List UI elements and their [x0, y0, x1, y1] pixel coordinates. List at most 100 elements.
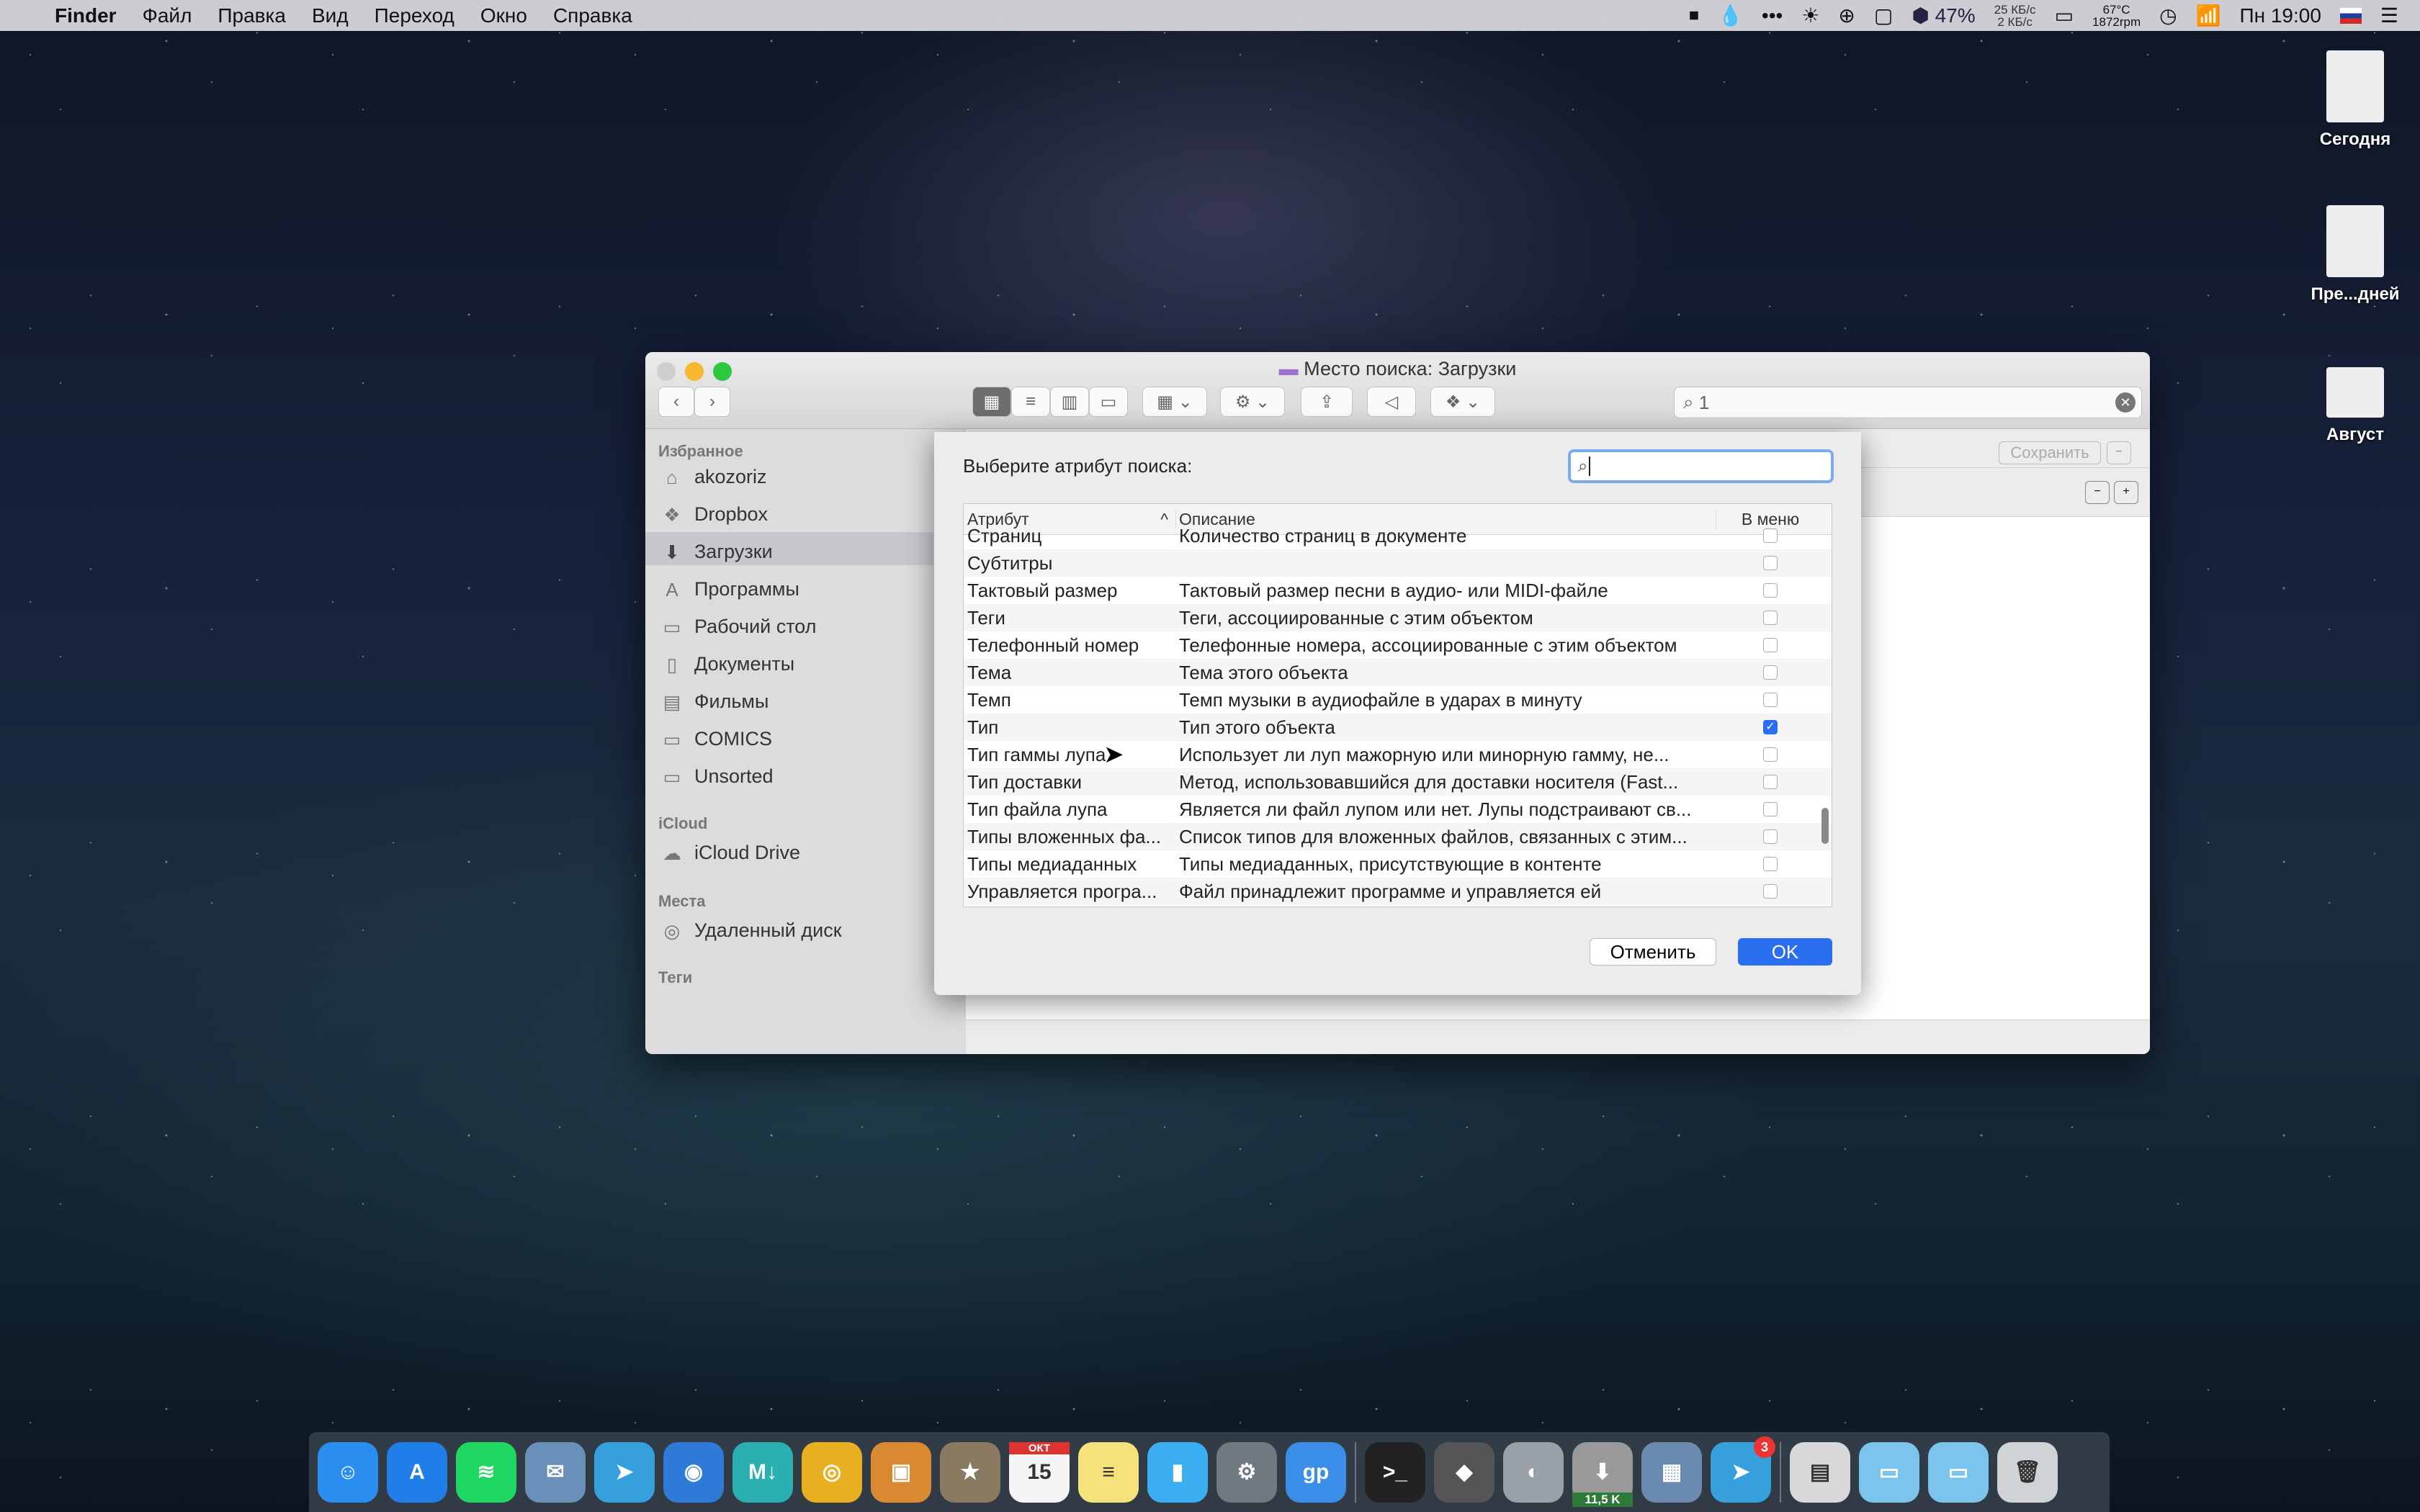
- dock-app-swirl-icon[interactable]: ◐: [1503, 1441, 1564, 1503]
- search-field[interactable]: ⌕ 1 ✕: [1674, 387, 2142, 418]
- dock-trash-icon[interactable]: 🗑: [1997, 1441, 2058, 1503]
- menu-view[interactable]: Вид: [312, 4, 349, 27]
- sidebar-item-remote-disc[interactable]: ◎ Удаленный диск: [660, 919, 842, 942]
- dock-photos-icon[interactable]: ▦: [1641, 1441, 1702, 1503]
- table-row[interactable]: Тип гаммы лупа Использует ли луп мажорную…: [964, 741, 1832, 768]
- in-menu-checkbox[interactable]: [1763, 775, 1778, 789]
- power-icon[interactable]: ▭: [2055, 4, 2074, 27]
- in-menu-checkbox[interactable]: [1763, 611, 1778, 625]
- globe-icon[interactable]: ⊕: [1838, 4, 1855, 27]
- in-menu-checkbox[interactable]: [1763, 884, 1778, 899]
- dock-telegram-2-icon[interactable]: ➤ 3: [1711, 1436, 1775, 1503]
- dock-folder-icon[interactable]: ▭: [1859, 1441, 1919, 1503]
- attribute-search-input[interactable]: ⌕: [1568, 449, 1834, 483]
- sidebar-item-akozoriz[interactable]: ⌂ akozoriz: [660, 466, 766, 488]
- action-gear-button[interactable]: ⚙ ⌄: [1220, 387, 1285, 417]
- table-row[interactable]: Страниц Количество страниц в документе: [964, 522, 1832, 549]
- menu-app-name[interactable]: Finder: [55, 4, 117, 27]
- back-button[interactable]: ‹: [658, 387, 694, 417]
- in-menu-checkbox[interactable]: [1763, 528, 1778, 543]
- scrollbar-thumb[interactable]: [1821, 808, 1829, 844]
- dock-gp-icon[interactable]: gp: [1286, 1441, 1346, 1503]
- table-row[interactable]: Тип Тип этого объекта ✓: [964, 714, 1832, 741]
- in-menu-checkbox[interactable]: ✓: [1763, 720, 1778, 734]
- dock-folder-2-icon[interactable]: ▭: [1928, 1441, 1989, 1503]
- dock-markdown-icon[interactable]: M↓: [732, 1441, 793, 1503]
- column-view-button[interactable]: ▥: [1050, 387, 1089, 417]
- share-button[interactable]: ⇪: [1301, 387, 1353, 417]
- sidebar-item-unsorted[interactable]: ▭ Unsorted: [660, 765, 774, 788]
- table-row[interactable]: Тип доставки Метод, использовавшийся для …: [964, 768, 1832, 796]
- dock-app-store-icon[interactable]: A: [387, 1441, 447, 1503]
- table-row[interactable]: Телефонный номер Телефонные номера, ассоц…: [964, 631, 1832, 659]
- ok-button[interactable]: OK: [1738, 938, 1832, 966]
- table-row[interactable]: Тактовый размер Тактовый размер песни в а…: [964, 577, 1832, 604]
- battery-status[interactable]: ⬢ 47%: [1912, 4, 1975, 27]
- sensor-readout[interactable]: 67°C 1872rpm: [2092, 4, 2141, 28]
- drop-icon[interactable]: 💧: [1718, 4, 1743, 27]
- table-row[interactable]: Тема Тема этого объекта: [964, 659, 1832, 686]
- table-row[interactable]: Теги Теги, ассоциированные с этим объекто…: [964, 604, 1832, 631]
- list-view-button[interactable]: ≡: [1011, 387, 1050, 417]
- menu-file[interactable]: Файл: [143, 4, 192, 27]
- russian-flag-icon[interactable]: [2339, 7, 2362, 24]
- in-menu-checkbox[interactable]: [1763, 693, 1778, 707]
- dock-stack-icon[interactable]: ▤: [1790, 1441, 1850, 1503]
- table-row[interactable]: Темп Темп музыки в аудиофайле в ударах в …: [964, 686, 1832, 714]
- sidebar-item-desktop[interactable]: ▭ Рабочий стол: [660, 616, 817, 638]
- dock-mail-stamp-icon[interactable]: ✉: [525, 1441, 586, 1503]
- dock-system-preferences-icon[interactable]: ⚙: [1216, 1441, 1277, 1503]
- icon-view-button[interactable]: ▦: [972, 387, 1011, 417]
- in-menu-checkbox[interactable]: [1763, 857, 1778, 871]
- in-menu-checkbox[interactable]: [1763, 638, 1778, 652]
- table-row[interactable]: Тип файла лупа Является ли файл лупом или…: [964, 796, 1832, 823]
- cancel-button[interactable]: Отменить: [1590, 938, 1716, 966]
- clear-search-icon[interactable]: ✕: [2115, 392, 2136, 413]
- more-icon[interactable]: •••: [1762, 4, 1783, 27]
- desktop-item-today[interactable]: Сегодня: [2305, 50, 2406, 150]
- in-menu-checkbox[interactable]: [1763, 583, 1778, 598]
- brightness-icon[interactable]: ☀: [1801, 4, 1819, 27]
- group-button[interactable]: ▦ ⌄: [1142, 387, 1207, 417]
- dropbox-button[interactable]: ❖ ⌄: [1430, 387, 1495, 417]
- dock-app-icon[interactable]: ★: [940, 1441, 1000, 1503]
- in-menu-checkbox[interactable]: [1763, 556, 1778, 570]
- gallery-view-button[interactable]: ▭: [1089, 387, 1128, 417]
- add-criteria-button[interactable]: +: [2114, 481, 2138, 504]
- menu-edit[interactable]: Правка: [218, 4, 286, 27]
- wifi-icon[interactable]: 📶: [2196, 4, 2221, 27]
- clock[interactable]: Пн 19:00: [2239, 4, 2321, 27]
- dock-calendar-icon[interactable]: 15 ОКТ: [1009, 1441, 1070, 1503]
- dock-spotify-icon[interactable]: ≋: [456, 1441, 516, 1503]
- table-row[interactable]: Субтитры: [964, 549, 1832, 577]
- sidebar-item-downloads[interactable]: ⬇ Загрузки: [660, 541, 773, 563]
- dock-chrome-icon[interactable]: ◎: [802, 1441, 862, 1503]
- desktop-item-august[interactable]: Август: [2305, 367, 2406, 445]
- dock-terminal-icon[interactable]: >_: [1365, 1441, 1425, 1503]
- sidebar-item-icloud-drive[interactable]: ☁ iCloud Drive: [660, 842, 800, 864]
- dock-notes-icon[interactable]: ≡: [1078, 1441, 1139, 1503]
- sidebar-item-documents[interactable]: ▯ Документы: [660, 653, 794, 675]
- dock-app-dark-icon[interactable]: ◆: [1434, 1441, 1494, 1503]
- menu-go[interactable]: Переход: [375, 4, 454, 27]
- table-row[interactable]: Управляется програ... Файл принадлежит пр…: [964, 878, 1832, 905]
- tag-button[interactable]: ◁: [1367, 387, 1416, 417]
- dock-finder-icon[interactable]: ☺: [318, 1441, 378, 1503]
- dock-tweetbot-icon[interactable]: ◉: [663, 1441, 724, 1503]
- sidebar-item-comics[interactable]: ▭ COMICS: [660, 728, 772, 750]
- table-row[interactable]: Типы вложенных фа... Список типов для вло…: [964, 823, 1832, 850]
- dock-bookmarks-icon[interactable]: ▮: [1147, 1441, 1208, 1503]
- in-menu-checkbox[interactable]: [1763, 665, 1778, 680]
- sidebar-item-applications[interactable]: A Программы: [660, 578, 799, 600]
- desktop-item-previous[interactable]: Пре...дней: [2305, 205, 2406, 305]
- list-icon[interactable]: ☰: [2380, 4, 2398, 27]
- dock-transmission-icon[interactable]: ⬇ 11,5 K: [1572, 1441, 1633, 1507]
- window-icon[interactable]: ▢: [1874, 4, 1893, 27]
- table-row[interactable]: Типы медиаданных Типы медиаданных, присут…: [964, 850, 1832, 878]
- remove-criteria-button[interactable]: −: [2085, 481, 2110, 504]
- time-machine-icon[interactable]: ◷: [2159, 4, 2177, 27]
- menu-help[interactable]: Справка: [553, 4, 632, 27]
- stop-icon[interactable]: ⏹: [1689, 4, 1699, 27]
- dock-telegram-icon[interactable]: ➤: [594, 1441, 655, 1503]
- in-menu-checkbox[interactable]: [1763, 747, 1778, 762]
